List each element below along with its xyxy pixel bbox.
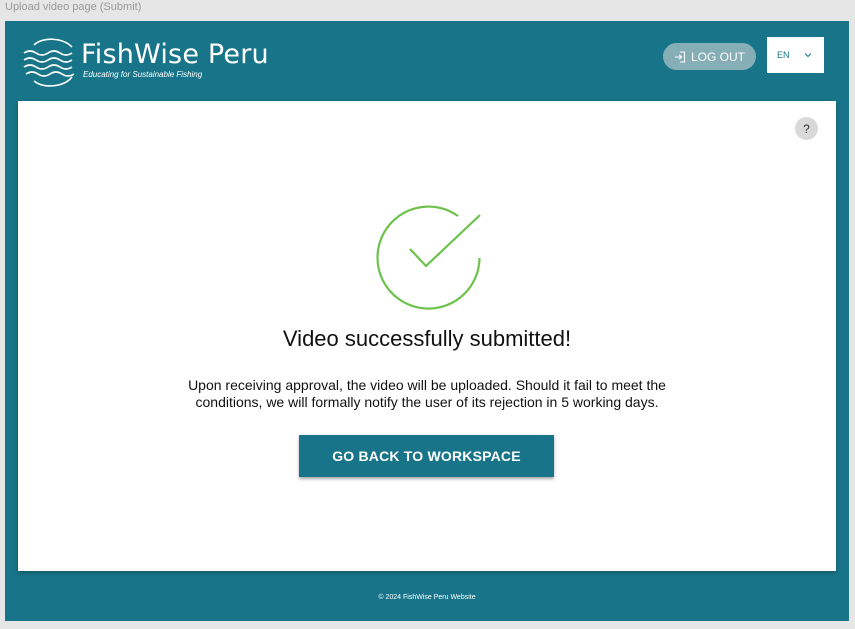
logout-label: LOG OUT [690,49,745,64]
app-window: FishWise Peru Educating for Sustainable … [5,21,849,621]
logout-icon [674,50,686,63]
language-select[interactable]: EN [767,37,824,73]
logout-button[interactable]: LOG OUT [663,43,756,70]
brand-logo: FishWise Peru Educating for Sustainable … [22,35,269,89]
success-message: Upon receiving approval, the video will … [188,377,666,410]
brand-name: FishWise Peru [81,39,269,70]
language-value: EN [777,50,790,60]
chevron-down-icon [804,53,811,58]
help-icon: ? [803,121,810,136]
brand-tagline: Educating for Sustainable Fishing [83,70,203,79]
submission-card: ? Video successfully submitted! Upon rec… [18,101,836,571]
waves-logo-icon [23,38,75,87]
success-title: Video successfully submitted! [282,326,572,351]
frame-label: Upload video page (Submit) [5,1,142,13]
back-to-workspace-button[interactable]: GO BACK TO WORKSPACE [299,435,554,477]
help-button[interactable]: ? [795,117,818,140]
success-check-icon [376,205,481,310]
footer-copyright: © 2024 FishWise Peru Website [378,594,476,601]
